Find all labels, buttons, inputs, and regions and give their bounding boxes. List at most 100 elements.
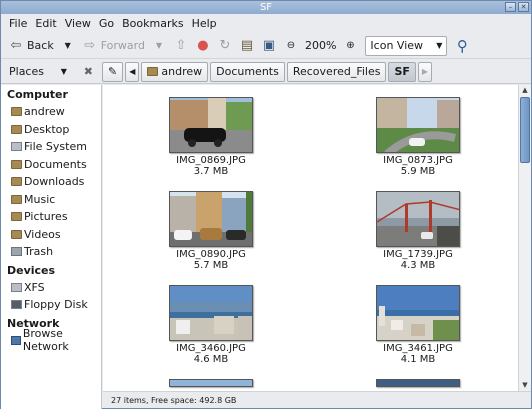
network-icon	[11, 335, 21, 345]
back-button[interactable]: ⇦ Back	[5, 35, 57, 57]
pencil-icon: ✎	[108, 65, 118, 78]
scroll-down-icon[interactable]: ▼	[519, 380, 531, 391]
sidebar-item-label: Desktop	[24, 122, 70, 136]
sidebar-item-pictures[interactable]: Pictures	[1, 208, 101, 226]
view-mode-select[interactable]: Icon View ▼	[365, 35, 448, 56]
image-thumbnail	[169, 191, 253, 247]
zoom-out-button[interactable]: ⊖	[280, 35, 302, 57]
file-size: 5.7 MB	[193, 260, 229, 271]
scroll-up-icon[interactable]: ▲	[519, 85, 531, 96]
search-icon: ⚲	[456, 36, 468, 55]
reload-icon: ↻	[219, 37, 231, 53]
forward-history-dropdown[interactable]: ▼	[148, 35, 170, 57]
up-button[interactable]: ⇧	[170, 35, 192, 57]
floppy-disk-icon	[11, 300, 22, 310]
sidebar-item-label: Pictures	[24, 210, 68, 224]
search-button[interactable]: ⚲	[451, 35, 473, 57]
menu-bookmarks[interactable]: Bookmarks	[118, 17, 187, 30]
crumb-recovered-files[interactable]: Recovered_Files	[286, 61, 387, 82]
forward-button[interactable]: ⇨ Forward	[79, 35, 148, 57]
chevron-down-icon: ▼	[155, 40, 163, 50]
close-button[interactable]: ✕	[518, 2, 529, 12]
zoom-in-button[interactable]: ⊕	[339, 35, 361, 57]
chevron-down-icon: ▼	[64, 40, 71, 50]
crumb-andrew[interactable]: andrew	[141, 61, 209, 82]
menu-go[interactable]: Go	[95, 17, 118, 30]
folder-icon	[11, 194, 22, 204]
file-icon[interactable]: IMG_1739.JPG 4.3 MB	[343, 191, 493, 271]
close-sidebar-icon[interactable]: ✖	[84, 65, 93, 78]
chevron-down-icon: ▼	[60, 67, 67, 76]
menu-file[interactable]: File	[5, 17, 31, 30]
sidebar-item-xfs[interactable]: XFS	[1, 279, 101, 297]
crumb-label: SF	[394, 65, 410, 78]
stop-button[interactable]: ●	[192, 35, 214, 57]
places-label: Places	[9, 65, 44, 78]
image-thumbnail	[376, 285, 460, 341]
forward-arrow-icon: ⇨	[84, 37, 96, 53]
home-folder-icon: ▤	[240, 37, 254, 53]
zoom-in-icon: ⊕	[346, 39, 355, 51]
title-bar[interactable]: SF – ✕	[1, 1, 531, 14]
file-name: IMG_0873.JPG	[383, 155, 453, 166]
sidebar-item-documents[interactable]: Documents	[1, 156, 101, 174]
image-thumbnail	[169, 285, 253, 341]
sidebar-item-music[interactable]: Music	[1, 191, 101, 209]
sidebar-item-file-system[interactable]: File System	[1, 138, 101, 156]
sidebar-item-floppy-disk[interactable]: Floppy Disk	[1, 296, 101, 314]
sidebar-item-label: Floppy Disk	[24, 298, 88, 312]
home-button[interactable]: ▤	[236, 35, 258, 57]
path-scroll-right[interactable]: ▶	[417, 61, 433, 82]
edit-location-button[interactable]: ✎	[102, 61, 124, 82]
sidebar-item-downloads[interactable]: Downloads	[1, 173, 101, 191]
sidebar-heading-computer: Computer	[7, 88, 68, 101]
crumb-sf[interactable]: SF	[388, 61, 416, 82]
location-bar: Places ▼ ✖ ✎ ◀ andrew Documents Recovere…	[1, 60, 531, 84]
sidebar-item-andrew[interactable]: andrew	[1, 103, 101, 121]
computer-button[interactable]: ▣	[258, 35, 280, 57]
folder-icon	[11, 229, 22, 239]
icon-view[interactable]: IMG_0869.JPG 3.7 MB IMG_0873.JPG 5.9 MB	[103, 85, 518, 391]
minimize-button[interactable]: –	[505, 2, 516, 12]
trash-icon	[11, 247, 22, 257]
back-arrow-icon: ⇦	[10, 37, 22, 53]
sidebar-selector[interactable]: Places ▼ ✖	[1, 65, 98, 78]
file-size: 5.9 MB	[400, 166, 436, 177]
sidebar-item-videos[interactable]: Videos	[1, 226, 101, 244]
zoom-out-icon: ⊖	[286, 39, 296, 51]
file-icon[interactable]: IMG_3460.JPG 4.6 MB	[136, 285, 286, 365]
file-icon[interactable]: IMG_3461.JPG 4.1 MB	[343, 285, 493, 365]
file-name: IMG_1739.JPG	[383, 249, 453, 260]
image-thumbnail	[169, 379, 253, 387]
chevron-left-icon: ◀	[129, 67, 136, 76]
image-thumbnail	[169, 97, 253, 153]
scroll-thumb[interactable]	[520, 97, 530, 163]
file-icon[interactable]: IMG_0869.JPG 3.7 MB	[136, 97, 286, 177]
menu-help[interactable]: Help	[188, 17, 221, 30]
menu-edit[interactable]: Edit	[31, 17, 60, 30]
crumb-label: andrew	[161, 65, 203, 78]
crumb-documents[interactable]: Documents	[210, 61, 285, 82]
sidebar-item-browse-network[interactable]: Browse Network	[1, 327, 101, 353]
up-arrow-icon: ⇧	[175, 37, 187, 53]
file-icon-partial[interactable]	[343, 379, 493, 387]
file-name: IMG_3460.JPG	[176, 343, 246, 354]
file-size: 3.7 MB	[193, 166, 229, 177]
menu-view[interactable]: View	[61, 17, 95, 30]
sidebar-item-label: Downloads	[24, 175, 85, 189]
image-thumbnail	[376, 379, 460, 387]
places-sidebar: Computer andrew Desktop File System Docu…	[1, 85, 102, 409]
back-history-dropdown[interactable]: ▼	[57, 35, 79, 57]
computer-icon: ▣	[262, 37, 276, 53]
sidebar-item-trash[interactable]: Trash	[1, 243, 101, 261]
vertical-scrollbar[interactable]: ▲ ▼	[518, 85, 531, 391]
home-folder-icon	[11, 107, 22, 117]
sidebar-item-desktop[interactable]: Desktop	[1, 121, 101, 139]
file-icon-partial[interactable]	[136, 379, 286, 387]
view-mode-value: Icon View	[370, 39, 424, 52]
file-icon[interactable]: IMG_0890.JPG 5.7 MB	[136, 191, 286, 271]
reload-button[interactable]: ↻	[214, 35, 236, 57]
desktop-folder-icon	[11, 124, 22, 134]
path-scroll-left[interactable]: ◀	[125, 61, 140, 82]
file-icon[interactable]: IMG_0873.JPG 5.9 MB	[343, 97, 493, 177]
